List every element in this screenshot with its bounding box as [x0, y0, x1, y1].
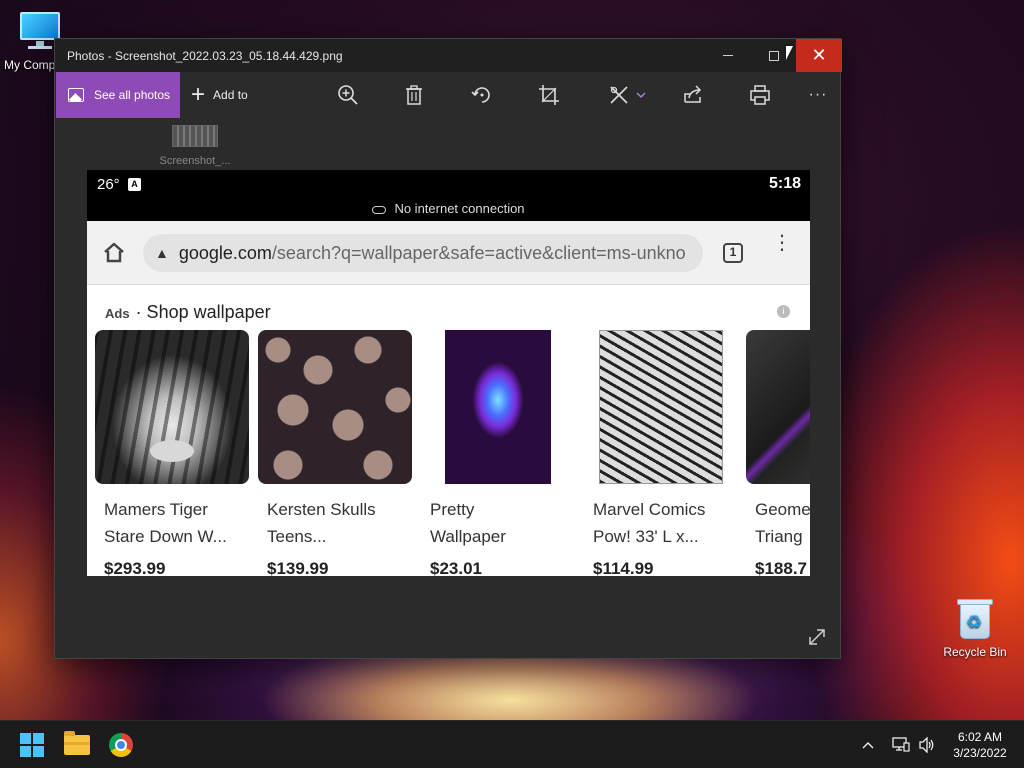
chrome-button[interactable] [105, 729, 137, 761]
product-image [746, 330, 810, 484]
shopping-ads-section: Ads · Shop wallpaper i Mamers Tiger Stare… [87, 285, 810, 576]
window-title: Photos - Screenshot_2022.03.23_05.18.44.… [67, 49, 343, 63]
home-icon [102, 241, 124, 263]
phone-status-bar: 26° A 5:18 No internet connection [87, 170, 810, 221]
more-options-icon[interactable]: ··· [806, 83, 830, 107]
show-hidden-icons-button[interactable] [862, 721, 874, 768]
browser-address-row: ▲ google.com/search?q=wallpaper&safe=act… [87, 221, 810, 285]
product-price: $293.99 [104, 559, 166, 576]
product-price: $114.99 [593, 559, 654, 576]
plus-icon: + [191, 81, 206, 108]
windows-logo-icon [20, 733, 44, 757]
tab-count-icon: 1 [723, 243, 743, 263]
crop-icon[interactable] [537, 83, 561, 107]
no-internet-text: No internet connection [394, 201, 525, 216]
product-image [258, 330, 412, 484]
product-card: Geome Triang $188.7 [746, 330, 810, 576]
taskbar-time: 6:02 AM [957, 730, 1003, 744]
filmstrip-label: Screenshot_... [159, 155, 231, 167]
recycle-bin-label: Recycle Bin [943, 645, 1007, 659]
chevron-down-icon[interactable] [629, 83, 653, 107]
product-card: Pretty Wallpaper $23.01 [421, 330, 575, 576]
add-to-label: Add to [213, 88, 248, 102]
product-name: Geome Triang [755, 500, 810, 546]
filmstrip-item[interactable]: Screenshot_... [159, 125, 231, 167]
product-carousel: Mamers Tiger Stare Down W... $293.99 Ker… [95, 330, 810, 576]
rotate-icon[interactable] [470, 83, 494, 107]
close-icon: ✕ [811, 45, 827, 65]
image-icon [68, 88, 84, 102]
notification-badge: A [128, 178, 141, 191]
delete-icon[interactable] [402, 83, 426, 107]
warning-icon: ▲ [155, 245, 169, 261]
file-explorer-button[interactable] [61, 729, 93, 761]
no-internet-banner: No internet connection [87, 201, 810, 216]
shop-heading: Ads · Shop wallpaper [105, 302, 271, 323]
taskbar-clock[interactable]: 6:02 AM 3/23/2022 [945, 729, 1015, 761]
taskbar-date: 3/23/2022 [953, 746, 1007, 760]
product-card: Mamers Tiger Stare Down W... $293.99 [95, 330, 249, 576]
product-price: $23.01 [430, 559, 482, 576]
recycle-bin-icon: ♻ [956, 597, 994, 641]
chrome-icon [109, 733, 133, 757]
info-icon: i [777, 305, 790, 318]
minimize-button[interactable] [705, 39, 751, 72]
product-name: Kersten Skulls Teens... [267, 500, 376, 546]
product-card: Kersten Skulls Teens... $139.99 [258, 330, 412, 576]
product-price: $139.99 [267, 559, 329, 576]
photo-viewer-image[interactable]: 26° A 5:18 No internet connection ▲ goog… [87, 170, 810, 576]
cloud-off-icon [372, 205, 387, 214]
filmstrip-thumbnail [172, 125, 218, 147]
photos-window: Photos - Screenshot_2022.03.23_05.18.44.… [54, 38, 842, 659]
see-all-photos-label: See all photos [94, 88, 171, 102]
zoom-in-icon[interactable] [336, 83, 360, 107]
start-button[interactable] [16, 729, 48, 761]
url-bar: ▲ google.com/search?q=wallpaper&safe=act… [143, 234, 703, 272]
network-icon[interactable] [892, 721, 910, 768]
temperature: 26° [97, 176, 120, 193]
share-icon[interactable] [681, 83, 705, 107]
product-price: $188.7 [755, 559, 807, 576]
product-image [95, 330, 249, 484]
url-path: /search?q=wallpaper&safe=active&client=m… [271, 242, 686, 263]
expand-fullscreen-icon[interactable] [807, 627, 827, 647]
product-image [584, 330, 738, 484]
window-titlebar[interactable]: Photos - Screenshot_2022.03.23_05.18.44.… [55, 39, 842, 72]
close-button[interactable]: ✕ [796, 39, 842, 72]
taskbar: 6:02 AM 3/23/2022 [0, 720, 1024, 768]
folder-icon [64, 731, 90, 755]
edit-create-icon[interactable] [607, 83, 631, 107]
phone-clock: 5:18 [768, 175, 801, 192]
browser-menu-icon: ⋮ [772, 232, 792, 254]
product-name: Pretty Wallpaper [430, 500, 506, 546]
product-name: Marvel Comics Pow! 33' L x... [593, 500, 706, 546]
recycle-bin-desktop-icon[interactable]: ♻ Recycle Bin [935, 597, 1015, 659]
product-card: Marvel Comics Pow! 33' L x... $114.99 [584, 330, 738, 576]
product-name: Mamers Tiger Stare Down W... [104, 500, 227, 546]
url-domain: google.com [178, 242, 272, 263]
ads-label: Ads [105, 306, 130, 321]
photos-toolbar: See all photos + Add to ··· [55, 72, 840, 118]
volume-icon[interactable] [918, 721, 936, 768]
mouse-cursor [786, 46, 793, 60]
see-all-photos-button[interactable]: See all photos [56, 72, 180, 118]
maximize-icon [769, 50, 779, 61]
add-to-button[interactable]: + Add to [191, 72, 248, 118]
print-icon[interactable] [748, 83, 772, 107]
minimize-icon [723, 55, 733, 56]
product-image [421, 330, 575, 484]
shop-heading-text: · Shop wallpaper [135, 302, 271, 322]
